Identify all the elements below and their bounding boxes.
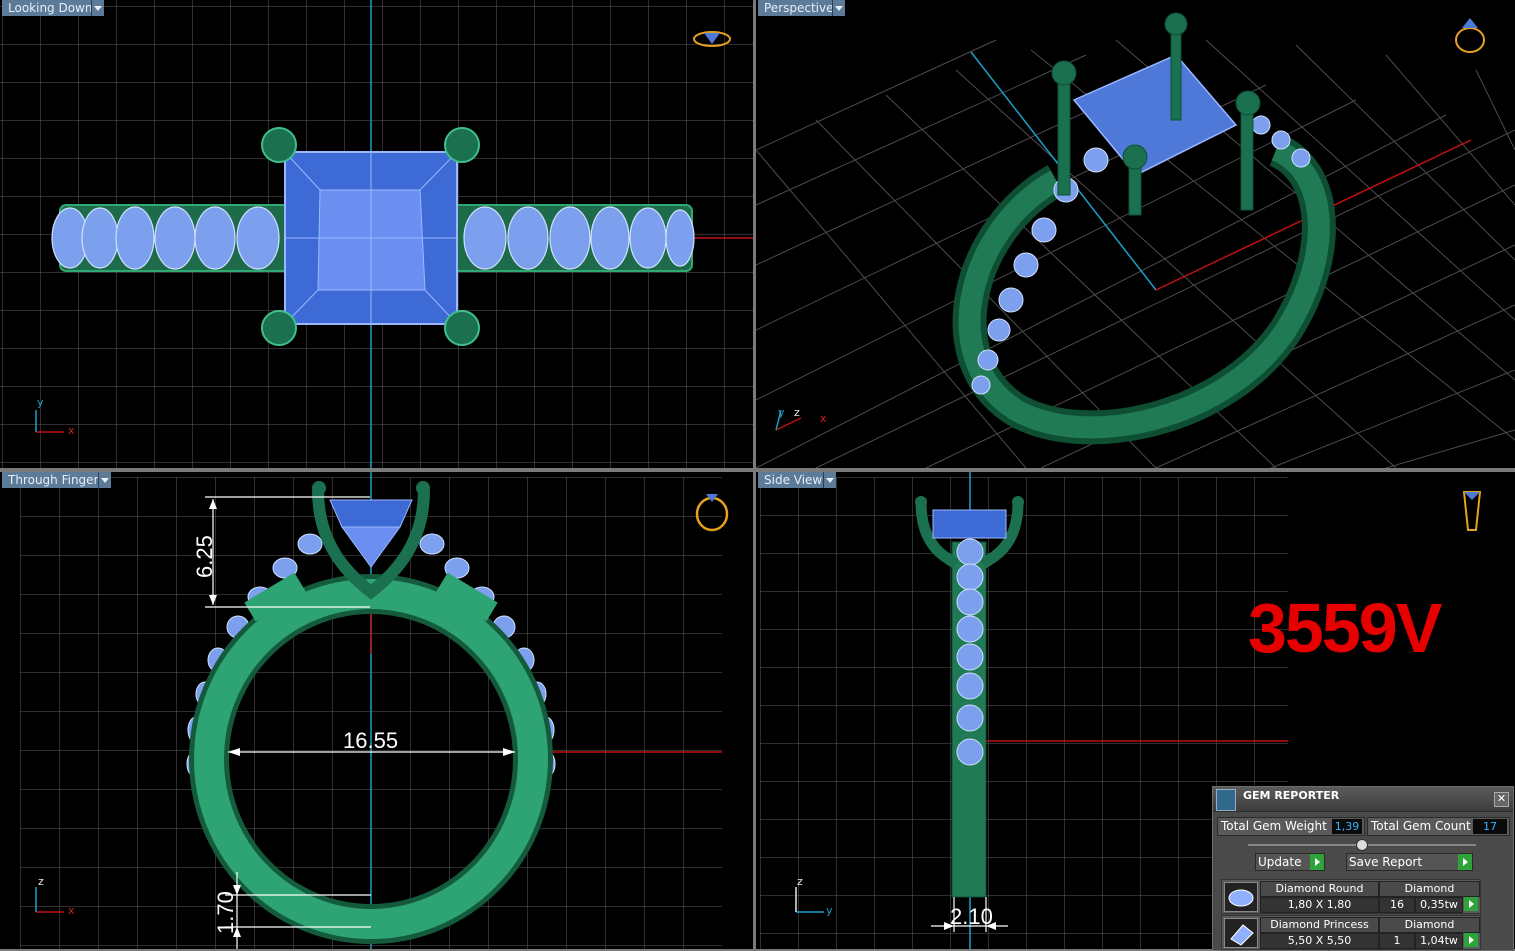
play-icon[interactable] xyxy=(1310,854,1324,870)
gem-reporter-header[interactable]: GEM REPORTER ✕ xyxy=(1213,787,1513,812)
total-gem-weight-value: 1,39 xyxy=(1332,819,1362,834)
total-gem-weight-label: Total Gem Weight xyxy=(1221,819,1327,833)
viewport-perspective[interactable]: Perspective y z x xyxy=(756,0,1515,468)
play-icon[interactable] xyxy=(1464,933,1478,947)
gem-reporter-panel: GEM REPORTER ✕ Total Gem Weight 1,39 Tot… xyxy=(1212,786,1514,951)
viewport-menu-dropdown[interactable] xyxy=(91,0,104,16)
axis-label-y: y xyxy=(826,904,833,917)
looking-down-scene xyxy=(0,0,753,468)
update-button[interactable]: Update xyxy=(1255,853,1325,871)
axis-label-x: x xyxy=(68,424,75,437)
total-gem-count-field: Total Gem Count 17 xyxy=(1367,817,1510,836)
save-report-button-label: Save Report xyxy=(1349,855,1423,869)
total-gem-count-value: 17 xyxy=(1473,819,1507,834)
dimension-height: 6.25 xyxy=(192,535,217,578)
gem-list-item[interactable]: Diamond Princess Diamond 5,50 X 5,50 1 1… xyxy=(1221,915,1481,950)
axis-label-z: z xyxy=(794,406,800,419)
gem-count: 16 xyxy=(1379,897,1415,913)
viewport-menu-dropdown[interactable] xyxy=(832,0,845,16)
viewport-label[interactable]: Perspective xyxy=(758,0,842,16)
gem-size: 5,50 X 5,50 xyxy=(1260,933,1379,949)
play-icon[interactable] xyxy=(1458,854,1472,870)
side-gems-right xyxy=(463,206,695,270)
splitter-handle[interactable] xyxy=(1356,839,1368,851)
gem-weight: 0,35tw xyxy=(1415,897,1463,913)
dimension-inner-diameter: 16.55 xyxy=(343,728,399,753)
gem-count: 1 xyxy=(1379,933,1415,949)
gem-size: 1,80 X 1,80 xyxy=(1260,897,1379,913)
axis-label-y: y xyxy=(37,396,44,409)
viewport-label[interactable]: Side View xyxy=(758,472,831,488)
play-icon[interactable] xyxy=(1464,897,1478,911)
viewport-menu-dropdown[interactable] xyxy=(98,472,111,488)
total-gem-weight-field: Total Gem Weight 1,39 xyxy=(1217,817,1365,836)
save-report-button[interactable]: Save Report xyxy=(1346,853,1473,871)
viewport-label[interactable]: Looking Down xyxy=(2,0,101,16)
dimension-band-thickness: 1.70 xyxy=(213,891,238,934)
gem-reporter-icon xyxy=(1216,789,1236,811)
update-button-label: Update xyxy=(1258,855,1302,869)
gem-weight: 1,04tw xyxy=(1415,933,1463,949)
gem-list-item[interactable]: Diamond Round Diamond 1,80 X 1,80 16 0,3… xyxy=(1221,879,1481,914)
gem-material: Diamond xyxy=(1379,917,1480,933)
total-gem-count-label: Total Gem Count xyxy=(1371,819,1471,833)
perspective-scene xyxy=(756,12,1515,468)
viewport-through-finger[interactable]: Through Finger 6.25 16.55 1.70 x z xyxy=(0,472,753,949)
axis-label-y: y xyxy=(778,406,785,419)
viewport-label[interactable]: Through Finger xyxy=(2,472,107,488)
princess-gem-icon xyxy=(1224,918,1258,948)
model-code: 3559V xyxy=(1248,589,1442,667)
axis-label-z: z xyxy=(797,875,803,888)
round-gem-icon xyxy=(1224,882,1258,912)
viewport-looking-down[interactable]: Looking Down x y xyxy=(0,0,753,468)
dimension-band-width: 2.10 xyxy=(950,904,993,929)
gem-material: Diamond xyxy=(1379,881,1480,897)
axis-label-z: z xyxy=(38,875,44,888)
gem-name: Diamond Round xyxy=(1260,881,1379,897)
gem-name: Diamond Princess xyxy=(1260,917,1379,933)
viewport-menu-dropdown[interactable] xyxy=(823,472,836,488)
axis-label-x: x xyxy=(68,904,75,917)
close-icon[interactable]: ✕ xyxy=(1494,792,1509,807)
axis-label-x: x xyxy=(820,412,827,425)
through-finger-scene xyxy=(20,472,729,949)
gem-reporter-title: GEM REPORTER xyxy=(1243,789,1340,802)
